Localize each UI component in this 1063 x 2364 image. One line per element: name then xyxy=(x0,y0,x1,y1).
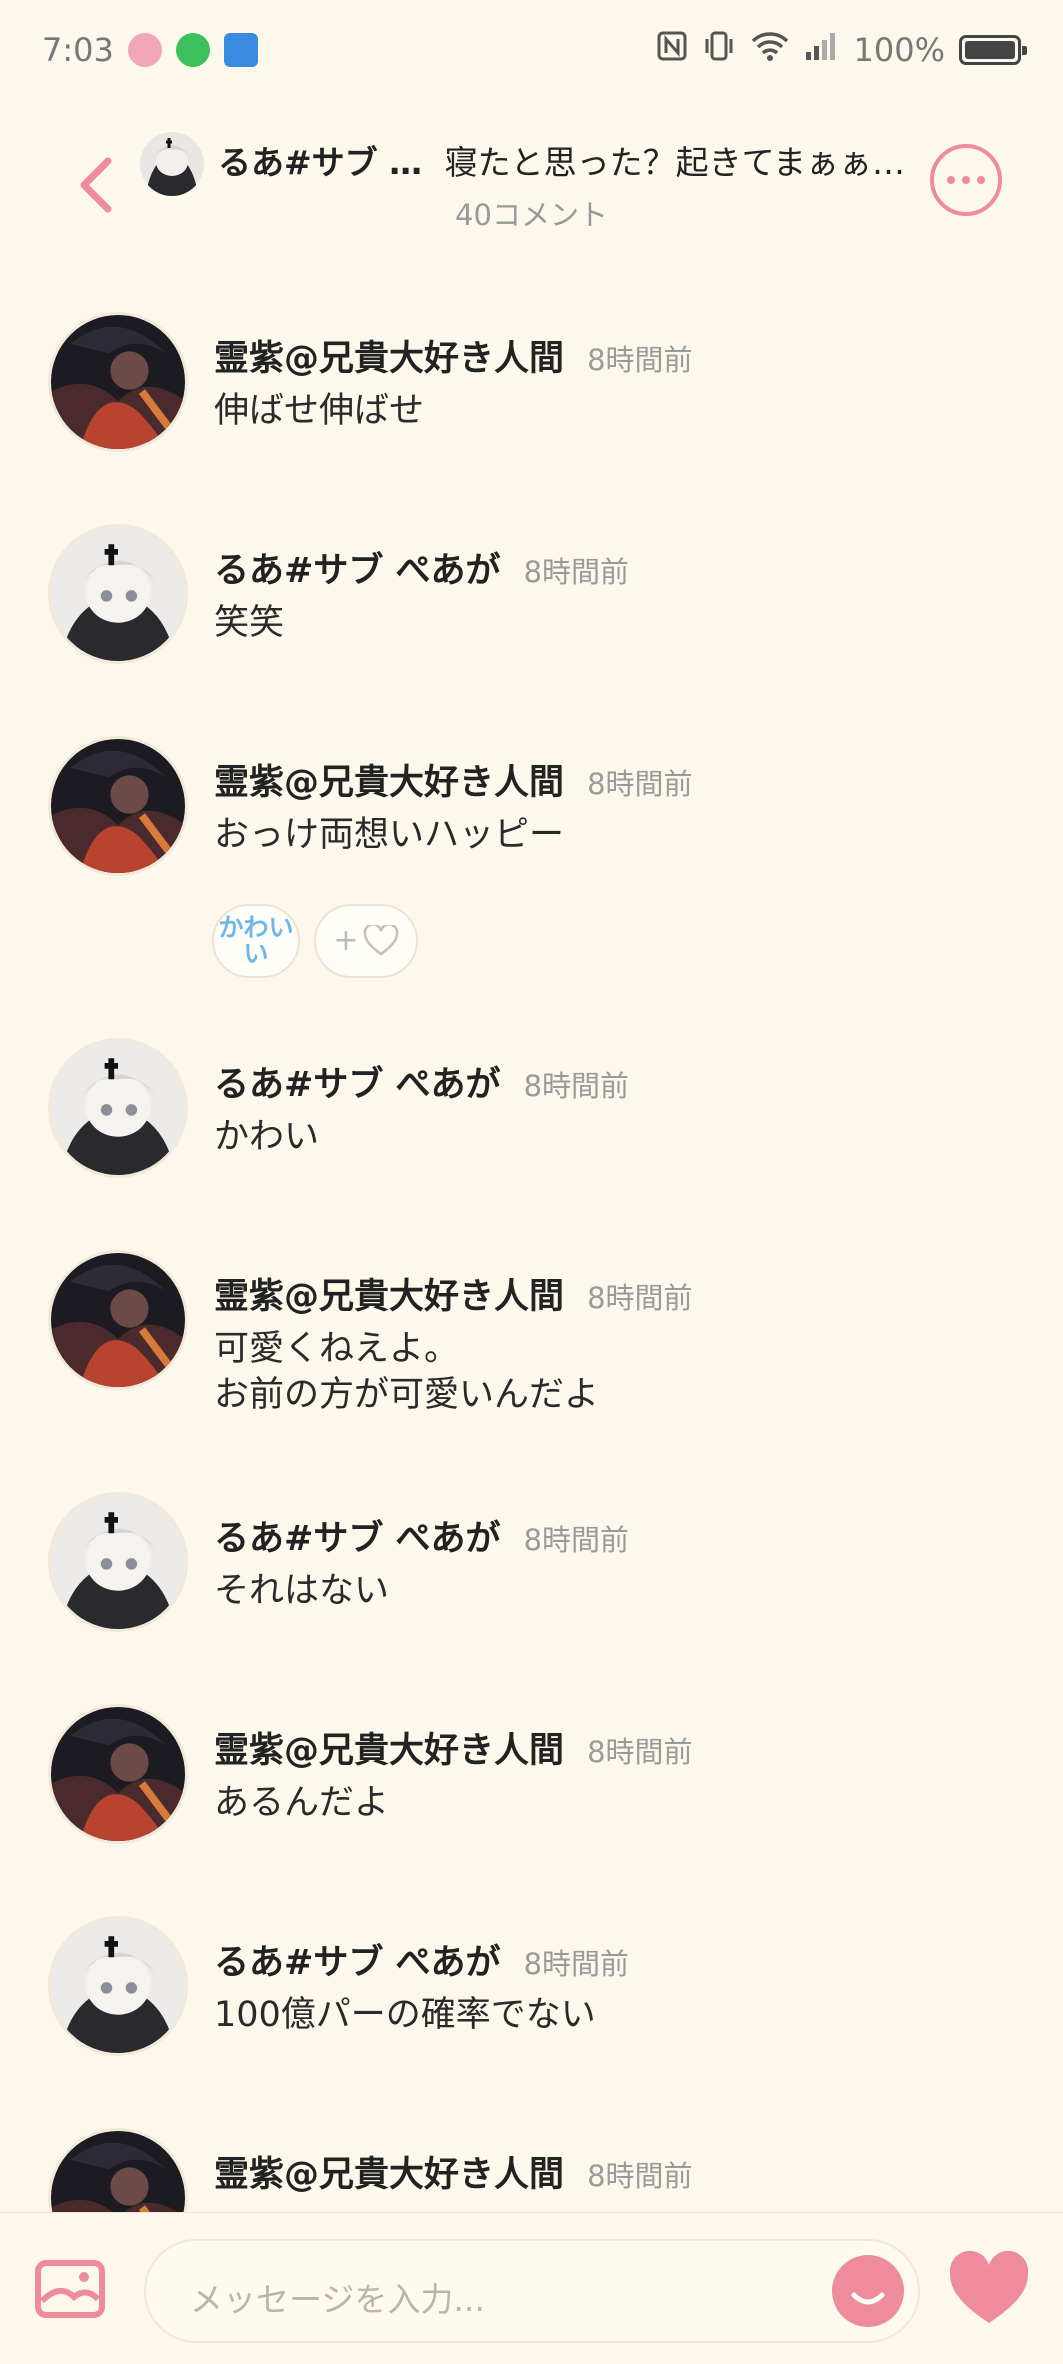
post-title: 寝たと思った？起きてまぁぁ… xyxy=(444,143,905,182)
smile-icon xyxy=(851,2292,885,2305)
comment-time: 8時間前 xyxy=(587,343,693,377)
heart-icon xyxy=(949,2250,1029,2323)
poster-avatar[interactable] xyxy=(140,132,204,196)
battery-icon xyxy=(959,35,1027,65)
message-placeholder: メッセージを入力... xyxy=(190,2280,485,2319)
comment-username[interactable]: 霊紫@兄貴大好き人間 xyxy=(214,1277,564,1317)
reaction-stamp-kawaii[interactable]: かわいい xyxy=(212,904,300,978)
comment-username[interactable]: 霊紫@兄貴大好き人間 xyxy=(214,1731,564,1771)
comment-username[interactable]: るあ#サブ ぺあが xyxy=(214,1943,501,1983)
reaction-bar: かわいい + xyxy=(212,904,418,978)
comment-text: それはない xyxy=(214,1571,390,1611)
comment-username[interactable]: るあ#サブ ぺあが xyxy=(214,1519,501,1559)
more-button[interactable] xyxy=(930,144,1002,216)
comment-time: 8時間前 xyxy=(523,1069,630,1103)
comment-text: おっけ両想いハッピー xyxy=(214,815,565,855)
comment-time: 8時間前 xyxy=(587,767,693,801)
comment-text: あるんだよ xyxy=(214,1783,390,1823)
battery-percent: 100% xyxy=(853,31,945,69)
comment-count: 40コメント xyxy=(455,198,608,232)
stamp-button[interactable] xyxy=(832,2255,904,2327)
poster-name: るあ#サブ … xyxy=(218,143,423,182)
message-input[interactable]: メッセージを入力... xyxy=(144,2239,920,2343)
comment-time: 8時間前 xyxy=(523,555,630,589)
comment-text: 可愛くねえよ。 お前の方が可愛いんだよ xyxy=(214,1329,600,1415)
comment-text: 笑笑 xyxy=(214,603,285,643)
user-avatar[interactable] xyxy=(48,1704,188,1844)
image-icon xyxy=(35,2260,105,2318)
clock: 7:03 xyxy=(42,31,114,69)
comment-username[interactable]: るあ#サブ ぺあが xyxy=(214,1065,501,1105)
cup-app-icon xyxy=(127,33,162,67)
user-avatar[interactable] xyxy=(48,736,188,876)
signal-icon xyxy=(804,30,840,70)
comment-text: 100億パーの確率でない xyxy=(214,1995,596,2035)
comment-time: 8時間前 xyxy=(523,1523,630,1557)
user-avatar[interactable] xyxy=(48,1916,188,2056)
like-button[interactable] xyxy=(946,2249,1032,2329)
comment-time: 8時間前 xyxy=(587,1281,693,1315)
video-app-icon xyxy=(223,33,258,67)
add-reaction-button[interactable]: + xyxy=(314,904,418,978)
user-avatar[interactable] xyxy=(48,1250,188,1390)
user-avatar[interactable] xyxy=(48,312,188,452)
line-app-icon xyxy=(175,33,210,67)
comment-time: 8時間前 xyxy=(587,2159,693,2193)
comment-username[interactable]: 霊紫@兄貴大好き人間 xyxy=(214,339,564,379)
comment-time: 8時間前 xyxy=(587,1735,693,1769)
user-avatar[interactable] xyxy=(48,1492,188,1632)
heart-outline-icon xyxy=(363,925,398,956)
post-header: るあ#サブ … 寝たと思った？起きてまぁぁ… 40コメント xyxy=(0,110,1063,250)
user-avatar[interactable] xyxy=(48,524,188,664)
wifi-icon xyxy=(750,30,790,70)
more-icon xyxy=(947,176,955,184)
message-input-bar: メッセージを入力... xyxy=(0,2212,1063,2364)
user-avatar[interactable] xyxy=(48,1038,188,1178)
comment-username[interactable]: 霊紫@兄貴大好き人間 xyxy=(214,2155,564,2195)
comment-text: かわい xyxy=(214,1117,320,1157)
status-bar: 7:03 100% xyxy=(0,0,1063,100)
comment-username[interactable]: るあ#サブ ぺあが xyxy=(214,551,501,591)
comment-username[interactable]: 霊紫@兄貴大好き人間 xyxy=(214,763,564,803)
image-button[interactable] xyxy=(34,2257,106,2321)
vibrate-icon xyxy=(702,30,736,70)
nfc-icon xyxy=(656,30,688,70)
comment-time: 8時間前 xyxy=(523,1947,630,1981)
comment-text: 伸ばせ伸ばせ xyxy=(214,391,425,431)
